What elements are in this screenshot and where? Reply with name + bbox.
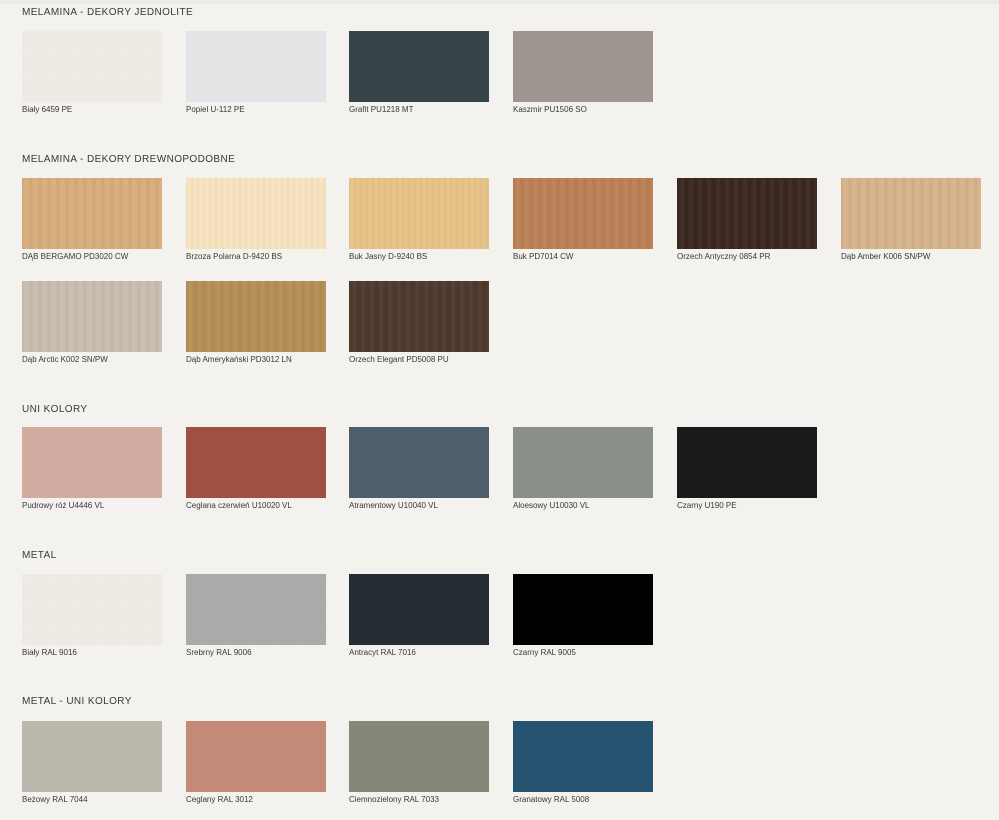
swatch-chip [513, 721, 653, 792]
swatch-chip [677, 178, 817, 249]
swatch-chip [22, 721, 162, 792]
swatch-dab-amber[interactable]: Dąb Amber K006 SN/PW [841, 178, 981, 261]
swatch-aloesowy[interactable]: Aloesowy U10030 VL [513, 427, 653, 510]
swatch-chip [841, 178, 981, 249]
swatch-label: DĄB BERGAMO PD3020 CW [22, 252, 129, 261]
swatch-label: Ceglana czerwień U10020 VL [186, 501, 292, 510]
swatch-label: Biały 6459 PE [22, 105, 73, 114]
swatch-czarny-u190[interactable]: Czarny U190 PE [677, 427, 817, 510]
swatch-srebrny-ral-9006[interactable]: Srebrny RAL 9006 [186, 574, 326, 657]
swatch-buk-jasny[interactable]: Buk Jasny D-9240 BS [349, 178, 489, 261]
swatch-label: Ciemnozielony RAL 7033 [349, 795, 439, 804]
swatch-chip [186, 31, 326, 102]
swatch-kaszmir-pu1506[interactable]: Kaszmir PU1506 SO [513, 31, 653, 114]
swatch-label: Czarny RAL 9005 [513, 648, 576, 657]
top-bar [0, 0, 999, 4]
swatch-ceglana-czerwien[interactable]: Ceglana czerwień U10020 VL [186, 427, 326, 510]
swatch-chip [677, 427, 817, 498]
swatch-label: Buk PD7014 CW [513, 252, 574, 261]
swatch-label: Pudrowy róż U4446 VL [22, 501, 105, 510]
swatch-brzoza-polarna[interactable]: Brzoza Polarna D-9420 BS [186, 178, 326, 261]
swatch-pudrowy-roz[interactable]: Pudrowy róż U4446 VL [22, 427, 162, 510]
section-title-melamina-drewnopodobne: MELAMINA - DEKORY DREWNOPODOBNE [22, 154, 236, 165]
swatch-label: Antracyt RAL 7016 [349, 648, 416, 657]
swatch-chip [22, 31, 162, 102]
swatch-label: Atramentowy U10040 VL [349, 501, 438, 510]
section-title-metal-uni-kolory: METAL - UNI KOLORY [22, 696, 132, 707]
section-title-uni-kolory: UNI KOLORY [22, 404, 88, 415]
swatch-label: Srebrny RAL 9006 [186, 648, 252, 657]
swatch-chip [22, 281, 162, 352]
swatch-ceglany-ral-3012[interactable]: Ceglany RAL 3012 [186, 721, 326, 804]
section-title-melamina-jednolite: MELAMINA - DEKORY JEDNOLITE [22, 7, 194, 18]
swatch-label: Aloesowy U10030 VL [513, 501, 590, 510]
swatch-label: Kaszmir PU1506 SO [513, 105, 587, 114]
swatch-label: Biały RAL 9016 [22, 648, 77, 657]
swatch-label: Dąb Arctic K002 SN/PW [22, 355, 108, 364]
swatch-chip [22, 574, 162, 645]
swatch-label: Grafit PU1218 MT [349, 105, 414, 114]
swatch-chip [186, 178, 326, 249]
swatch-bialy-ral-9016[interactable]: Biały RAL 9016 [22, 574, 162, 657]
swatch-chip [349, 427, 489, 498]
swatch-chip [349, 281, 489, 352]
swatch-dab-bergamo[interactable]: DĄB BERGAMO PD3020 CW [22, 178, 162, 261]
swatch-chip [513, 31, 653, 102]
swatch-chip [513, 427, 653, 498]
swatch-label: Buk Jasny D-9240 BS [349, 252, 428, 261]
swatch-bialy-6459[interactable]: Biały 6459 PE [22, 31, 162, 114]
section-title-metal: METAL [22, 550, 57, 561]
swatch-chip [186, 721, 326, 792]
swatch-atramentowy[interactable]: Atramentowy U10040 VL [349, 427, 489, 510]
swatch-label: Orzech Antyczny 0854 PR [677, 252, 771, 261]
swatch-dab-amerykanski[interactable]: Dąb Amerykański PD3012 LN [186, 281, 326, 364]
swatch-czarny-ral-9005[interactable]: Czarny RAL 9005 [513, 574, 653, 657]
swatch-label: Granatowy RAL 5008 [513, 795, 590, 804]
swatch-chip [349, 178, 489, 249]
swatch-label: Czarny U190 PE [677, 501, 737, 510]
swatch-chip [513, 574, 653, 645]
swatch-chip [186, 281, 326, 352]
swatch-popiel-u112[interactable]: Popiel U-112 PE [186, 31, 326, 114]
swatch-chip [349, 721, 489, 792]
swatch-chip [22, 427, 162, 498]
swatch-bezowy-ral-7044[interactable]: Beżowy RAL 7044 [22, 721, 162, 804]
swatch-chip [22, 178, 162, 249]
swatch-label: Ceglany RAL 3012 [186, 795, 253, 804]
swatch-label: Orzech Elegant PD5008 PU [349, 355, 449, 364]
swatch-orzech-antyczny[interactable]: Orzech Antyczny 0854 PR [677, 178, 817, 261]
swatch-label: Brzoza Polarna D-9420 BS [186, 252, 283, 261]
swatch-label: Dąb Amber K006 SN/PW [841, 252, 931, 261]
swatch-orzech-elegant[interactable]: Orzech Elegant PD5008 PU [349, 281, 489, 364]
swatch-chip [349, 31, 489, 102]
swatch-ciemnozielony-ral-7033[interactable]: Ciemnozielony RAL 7033 [349, 721, 489, 804]
swatch-dab-arctic[interactable]: Dąb Arctic K002 SN/PW [22, 281, 162, 364]
swatch-chip [186, 427, 326, 498]
swatch-label: Popiel U-112 PE [186, 105, 245, 114]
swatch-label: Beżowy RAL 7044 [22, 795, 88, 804]
swatch-grafit-pu1218[interactable]: Grafit PU1218 MT [349, 31, 489, 114]
swatch-antracyt-ral-7016[interactable]: Antracyt RAL 7016 [349, 574, 489, 657]
swatch-buk-pd7014[interactable]: Buk PD7014 CW [513, 178, 653, 261]
swatch-granatowy-ral-5008[interactable]: Granatowy RAL 5008 [513, 721, 653, 804]
swatch-chip [186, 574, 326, 645]
swatch-label: Dąb Amerykański PD3012 LN [186, 355, 292, 364]
swatch-chip [513, 178, 653, 249]
swatch-chip [349, 574, 489, 645]
